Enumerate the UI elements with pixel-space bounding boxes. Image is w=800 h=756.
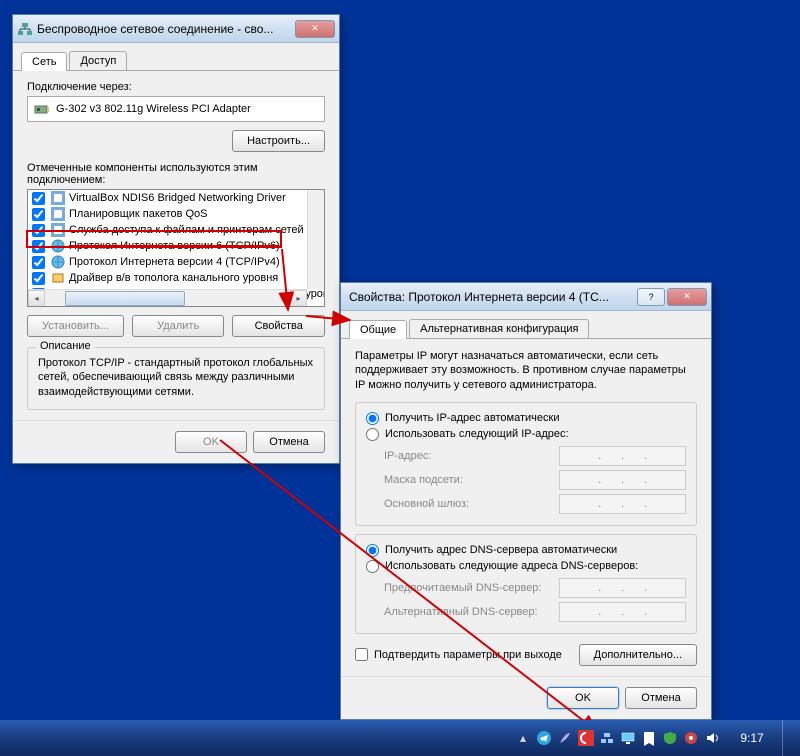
alternate-dns-input: ... [559, 602, 686, 622]
item-checkbox[interactable] [32, 224, 45, 237]
show-desktop-button[interactable] [782, 720, 792, 756]
description-text: Протокол TCP/IP - стандартный протокол г… [38, 356, 314, 399]
system-tray: ▴ [515, 730, 720, 746]
ip-group: Получить IP-адрес автоматически Использо… [355, 402, 697, 526]
list-item[interactable]: Драйвер в/в тополога канального уровня [28, 270, 324, 286]
radio-auto-dns[interactable] [366, 544, 379, 557]
list-item[interactable]: VirtualBox NDIS6 Bridged Networking Driv… [28, 190, 324, 206]
tabs: Общие Альтернативная конфигурация [341, 311, 711, 339]
vertical-scrollbar[interactable] [307, 190, 324, 289]
action-center-icon[interactable] [641, 730, 657, 746]
cancel-button[interactable]: Отмена [253, 431, 325, 453]
network-icon [17, 21, 33, 37]
description-group: Описание Протокол TCP/IP - стандартный п… [27, 347, 325, 410]
protocol-icon [51, 255, 65, 269]
monitor-tray-icon[interactable] [620, 730, 636, 746]
preferred-dns-label: Предпочитаемый DNS-сервер: [384, 582, 559, 594]
item-checkbox[interactable] [32, 272, 45, 285]
cancel-button[interactable]: Отмена [625, 687, 697, 709]
advanced-button[interactable]: Дополнительно... [579, 644, 697, 666]
close-button[interactable]: ✕ [295, 20, 335, 38]
shield-icon[interactable] [662, 730, 678, 746]
gateway-label: Основной шлюз: [384, 498, 559, 510]
ok-button[interactable]: OK [175, 431, 247, 453]
radio-auto-ip[interactable] [366, 412, 379, 425]
subnet-mask-label: Маска подсети: [384, 474, 559, 486]
tab-alternate[interactable]: Альтернативная конфигурация [409, 319, 589, 338]
preferred-dns-input: ... [559, 578, 686, 598]
help-button[interactable]: ? [637, 288, 665, 306]
item-checkbox[interactable] [32, 192, 45, 205]
protocol-icon [51, 239, 65, 253]
service-icon [51, 207, 65, 221]
adapter-field: G-302 v3 802.11g Wireless PCI Adapter [27, 96, 325, 122]
description-title: Описание [36, 340, 95, 352]
configure-button[interactable]: Настроить... [232, 130, 325, 152]
connection-properties-window: Беспроводное сетевое соединение - сво...… [12, 14, 340, 464]
item-checkbox[interactable] [32, 240, 45, 253]
tab-network[interactable]: Сеть [21, 52, 67, 71]
taskbar[interactable]: ▴ 9:17 [0, 720, 800, 756]
radio-icon[interactable] [683, 730, 699, 746]
ccleaner-icon[interactable] [578, 730, 594, 746]
radio-manual-dns[interactable] [366, 560, 379, 573]
close-button[interactable]: ✕ [667, 288, 707, 306]
ip-address-label: IP-адрес: [384, 450, 559, 462]
window-title: Беспроводное сетевое соединение - сво... [37, 22, 293, 36]
properties-button[interactable]: Свойства [232, 315, 325, 337]
scroll-right-icon[interactable]: ▸ [290, 290, 307, 307]
install-button[interactable]: Установить... [27, 315, 124, 337]
list-item[interactable]: Протокол Интернета версии 6 (TCP/IPv6) [28, 238, 324, 254]
service-icon [51, 191, 65, 205]
connect-using-label: Подключение через: [27, 81, 325, 93]
list-item[interactable]: Планировщик пакетов QoS [28, 206, 324, 222]
volume-icon[interactable] [704, 730, 720, 746]
components-list[interactable]: VirtualBox NDIS6 Bridged Networking Driv… [27, 189, 325, 307]
telegram-icon[interactable] [536, 730, 552, 746]
info-text: Параметры IP могут назначаться автоматич… [355, 349, 697, 392]
ipv4-properties-window: Свойства: Протокол Интернета версии 4 (T… [340, 282, 712, 720]
ip-address-input: ... [559, 446, 686, 466]
adapter-name: G-302 v3 802.11g Wireless PCI Adapter [56, 103, 251, 115]
titlebar[interactable]: Беспроводное сетевое соединение - сво...… [13, 15, 339, 43]
expand-tray-icon[interactable]: ▴ [515, 730, 531, 746]
feather-icon[interactable] [557, 730, 573, 746]
subnet-mask-input: ... [559, 470, 686, 490]
service-icon [51, 223, 65, 237]
tabs: Сеть Доступ [13, 43, 339, 71]
driver-icon [51, 271, 65, 285]
dns-group: Получить адрес DNS-сервера автоматически… [355, 534, 697, 634]
scroll-thumb[interactable] [65, 291, 185, 306]
tab-sharing[interactable]: Доступ [69, 51, 127, 70]
window-title: Свойства: Протокол Интернета версии 4 (T… [345, 290, 635, 304]
titlebar[interactable]: Свойства: Протокол Интернета версии 4 (T… [341, 283, 711, 311]
list-item[interactable]: Протокол Интернета версии 4 (TCP/IPv4) [28, 254, 324, 270]
item-checkbox[interactable] [32, 256, 45, 269]
tab-general[interactable]: Общие [349, 320, 407, 339]
item-checkbox[interactable] [32, 208, 45, 221]
network-tray-icon[interactable] [599, 730, 615, 746]
scroll-left-icon[interactable]: ◂ [28, 290, 45, 307]
clock[interactable]: 9:17 [728, 731, 776, 745]
horizontal-scrollbar[interactable]: ◂ ▸ [28, 289, 307, 306]
components-label: Отмеченные компоненты используются этим … [27, 162, 325, 186]
radio-manual-ip[interactable] [366, 428, 379, 441]
ok-button[interactable]: OK [547, 687, 619, 709]
uninstall-button[interactable]: Удалить [132, 315, 225, 337]
alternate-dns-label: Альтернативный DNS-сервер: [384, 606, 559, 618]
list-item[interactable]: Служба доступа к файлам и принтерам сете… [28, 222, 324, 238]
adapter-icon [34, 101, 50, 117]
confirm-on-exit-checkbox[interactable] [355, 648, 368, 661]
gateway-input: ... [559, 494, 686, 514]
